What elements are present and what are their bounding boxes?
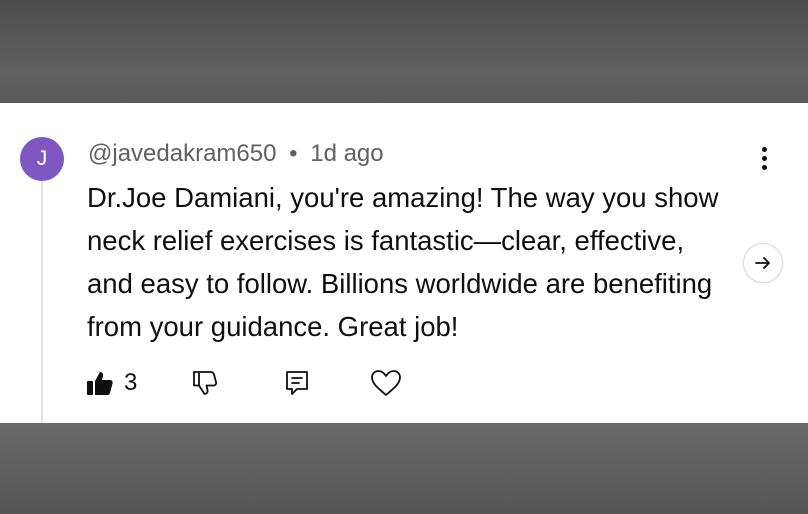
more-options-button[interactable] bbox=[750, 143, 778, 173]
heart-icon bbox=[371, 370, 401, 396]
comment-actions: 3 bbox=[0, 365, 808, 405]
meta-separator: • bbox=[289, 140, 298, 167]
more-vert-icon-dot bbox=[761, 164, 767, 170]
more-vert-icon-dot bbox=[761, 155, 767, 161]
thumbs-down-icon bbox=[193, 371, 218, 395]
comment-card: J @javedakram650 • 1d ago Dr.Joe Damiani… bbox=[0, 103, 808, 423]
like-button[interactable]: 3 bbox=[86, 369, 137, 397]
dislike-button[interactable] bbox=[190, 369, 218, 397]
username[interactable]: @javedakram650 bbox=[88, 140, 276, 167]
next-comment-button[interactable] bbox=[743, 243, 783, 283]
reply-button[interactable] bbox=[284, 369, 310, 397]
heart-button[interactable] bbox=[370, 369, 402, 397]
avatar-letter: J bbox=[36, 147, 48, 170]
dimmed-video-area-top bbox=[0, 0, 808, 103]
timestamp: 1d ago bbox=[310, 140, 384, 167]
comment-text: Dr.Joe Damiani, you're amazing! The way … bbox=[87, 182, 719, 342]
reply-icon bbox=[286, 371, 308, 395]
arrow-right-icon bbox=[755, 257, 770, 269]
avatar[interactable]: J bbox=[20, 137, 64, 181]
thumbs-up-icon bbox=[87, 372, 113, 395]
dimmed-video-area-bottom bbox=[0, 423, 808, 514]
like-count: 3 bbox=[124, 369, 138, 396]
more-vert-icon bbox=[761, 146, 767, 152]
comment-meta: @javedakram650 • 1d ago bbox=[88, 139, 384, 169]
